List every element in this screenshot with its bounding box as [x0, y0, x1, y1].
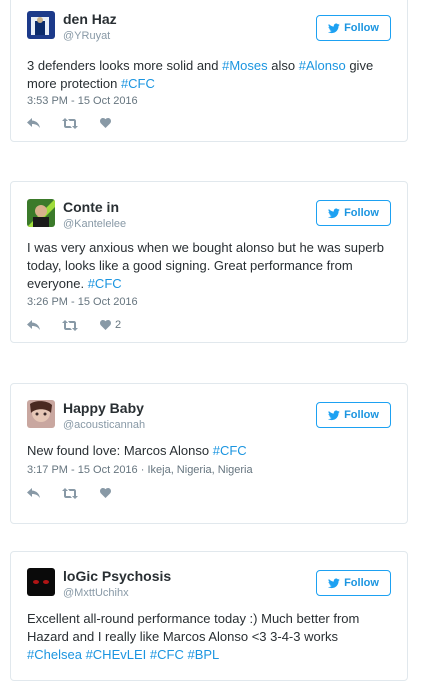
tweet-text-segment: Excellent all-round performance today :)… — [27, 611, 360, 644]
follow-button[interactable]: Follow — [316, 200, 391, 226]
user-handle[interactable]: @Kantelelee — [63, 217, 126, 231]
like-button[interactable] — [100, 118, 111, 128]
timestamp[interactable]: 3:53 PM - 15 Oct 2016 — [27, 95, 138, 107]
follow-label: Follow — [344, 22, 379, 34]
twitter-bird-icon — [328, 410, 340, 420]
twitter-bird-icon — [328, 208, 340, 218]
tweet-timestamp[interactable]: 3:26 PM - 15 Oct 2016 — [27, 296, 138, 308]
reply-icon — [27, 118, 40, 128]
avatar[interactable] — [27, 199, 55, 227]
follow-button[interactable]: Follow — [316, 15, 391, 41]
hashtag-link[interactable]: #Moses — [222, 58, 268, 73]
follow-label: Follow — [344, 207, 379, 219]
display-name[interactable]: den Haz — [63, 11, 117, 27]
tweet-text: Excellent all-round performance today :)… — [27, 610, 393, 664]
like-button[interactable]: 2 — [100, 319, 121, 331]
heart-icon — [100, 320, 111, 330]
hashtag-link[interactable]: #Alonso — [299, 58, 346, 73]
hashtag-link[interactable]: #CFC — [121, 76, 155, 91]
retweet-button[interactable] — [62, 117, 78, 129]
reply-button[interactable] — [27, 320, 40, 330]
tweet-text-segment: New found love: Marcos Alonso — [27, 443, 213, 458]
like-button[interactable] — [100, 488, 111, 498]
display-name[interactable]: Happy Baby — [63, 400, 145, 416]
reply-button[interactable] — [27, 488, 40, 498]
tweet-text-segment: 3 defenders looks more solid and — [27, 58, 223, 73]
follow-button[interactable]: Follow — [316, 402, 391, 428]
follow-label: Follow — [344, 409, 379, 421]
reply-icon — [27, 488, 40, 498]
heart-icon — [100, 118, 111, 128]
hashtag-link[interactable]: #CFC — [88, 276, 122, 291]
hashtag-link[interactable]: #Chelsea — [27, 647, 82, 662]
user-handle[interactable]: @MxttUchihx — [63, 586, 171, 600]
retweet-icon — [62, 319, 78, 331]
tweet-actions: 2 — [27, 318, 143, 332]
retweet-button[interactable] — [62, 487, 78, 499]
display-name[interactable]: Conte in — [63, 199, 126, 215]
tweet-timestamp[interactable]: 3:53 PM - 15 Oct 2016 — [27, 95, 138, 107]
tweet-card: loGic Psychosis @MxttUchihx Follow Excel… — [10, 551, 408, 681]
user-handle[interactable]: @YRuyat — [63, 29, 117, 43]
hashtag-link[interactable]: #CFC — [150, 647, 184, 662]
hashtag-link[interactable]: #CHEvLEI — [86, 647, 147, 662]
display-name[interactable]: loGic Psychosis — [63, 568, 171, 584]
tweet-card: Conte in @Kantelelee Follow I was very a… — [10, 181, 408, 343]
retweet-icon — [62, 487, 78, 499]
reply-button[interactable] — [27, 118, 40, 128]
hashtag-link[interactable]: #BPL — [187, 647, 219, 662]
timestamp[interactable]: 3:26 PM - 15 Oct 2016 — [27, 296, 138, 308]
follow-label: Follow — [344, 577, 379, 589]
twitter-bird-icon — [328, 578, 340, 588]
retweet-button[interactable] — [62, 319, 78, 331]
meta-separator: · — [137, 464, 148, 476]
heart-icon — [100, 488, 111, 498]
tweet-text-segment: I was very anxious when we bought alonso… — [27, 240, 384, 291]
reply-icon — [27, 320, 40, 330]
tweet-actions — [27, 116, 133, 130]
tweet-location[interactable]: Ikeja, Nigeria, Nigeria — [147, 464, 252, 476]
tweet-card: Happy Baby @acousticannah Follow New fou… — [10, 383, 408, 524]
tweet-text-segment: also — [267, 58, 299, 73]
avatar[interactable] — [27, 11, 55, 39]
tweet-text: 3 defenders looks more solid and #Moses … — [27, 57, 393, 93]
retweet-icon — [62, 117, 78, 129]
twitter-bird-icon — [328, 23, 340, 33]
timestamp[interactable]: 3:17 PM - 15 Oct 2016 — [27, 464, 138, 476]
tweet-actions — [27, 486, 133, 500]
tweet-card: den Haz @YRuyat Follow 3 defenders looks… — [10, 0, 408, 142]
avatar[interactable] — [27, 568, 55, 596]
user-handle[interactable]: @acousticannah — [63, 418, 145, 432]
tweet-text: New found love: Marcos Alonso #CFC — [27, 442, 393, 460]
follow-button[interactable]: Follow — [316, 570, 391, 596]
like-count: 2 — [115, 319, 122, 331]
avatar[interactable] — [27, 400, 55, 428]
hashtag-link[interactable]: #CFC — [213, 443, 247, 458]
tweet-meta: 3:17 PM - 15 Oct 2016 · Ikeja, Nigeria, … — [27, 464, 253, 476]
tweet-text: I was very anxious when we bought alonso… — [27, 239, 393, 293]
